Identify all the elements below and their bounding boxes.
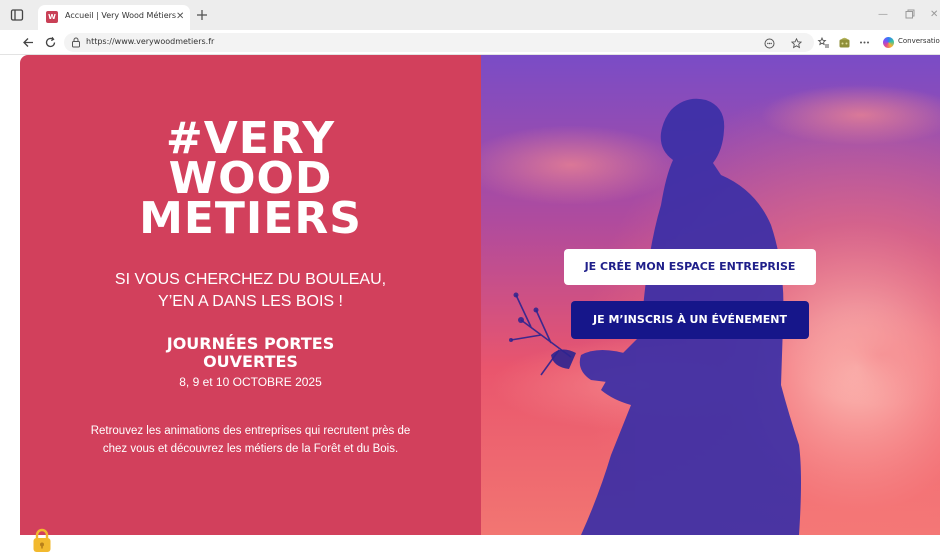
active-tab[interactable]: W Accueil | Very Wood Métiers ✕: [38, 5, 190, 30]
url-text: https://www.verywoodmetiers.fr: [86, 37, 215, 46]
intro-line-2: chez vous et découvrez les métiers de la…: [102, 443, 399, 455]
logo-line-3: METIERS: [139, 193, 362, 244]
copilot-label: Conversation: [898, 37, 940, 45]
tab-bar: W Accueil | Very Wood Métiers ✕ — ✕: [0, 0, 940, 30]
url-field[interactable]: https://www.verywoodmetiers.fr: [64, 33, 814, 52]
favorites-icon[interactable]: [817, 36, 830, 49]
web-page: #VERY WOOD METIERS SI VOUS CHERCHEZ DU B…: [0, 55, 940, 557]
refresh-icon[interactable]: [44, 36, 57, 49]
event-title-line-1: JOURNÉES PORTES: [166, 334, 335, 353]
cookie-lock-icon[interactable]: [32, 528, 52, 554]
site-logo[interactable]: #VERY WOOD METIERS: [20, 117, 481, 244]
hero-text-panel: #VERY WOOD METIERS SI VOUS CHERCHEZ DU B…: [20, 55, 481, 535]
tagline-line-2: Y’EN A DANS LES BOIS !: [158, 293, 343, 310]
hero-tagline: SI VOUS CHERCHEZ DU BOULEAU, Y’EN A DANS…: [20, 269, 481, 313]
back-arrow-icon[interactable]: [22, 36, 35, 49]
event-title: JOURNÉES PORTES OUVERTES: [20, 335, 481, 371]
browser-window: W Accueil | Very Wood Métiers ✕ — ✕ http…: [0, 0, 940, 557]
tab-title: Accueil | Very Wood Métiers: [65, 11, 177, 20]
copilot-icon: [883, 37, 894, 48]
event-title-line-2: OUVERTES: [203, 352, 298, 371]
tab-close-icon[interactable]: ✕: [176, 11, 184, 23]
plus-icon[interactable]: [194, 7, 210, 23]
copilot-button[interactable]: Conversation: [879, 34, 940, 51]
extension-icon[interactable]: [838, 36, 851, 49]
tab-actions-icon[interactable]: [10, 8, 24, 22]
woodworker-photo: [481, 55, 940, 535]
intro-line-1: Retrouvez les animations des entreprises…: [90, 425, 411, 437]
create-company-space-button[interactable]: JE CRÉE MON ESPACE ENTREPRISE: [564, 249, 816, 285]
hero-photo-panel: [481, 55, 940, 535]
hero-banner: #VERY WOOD METIERS SI VOUS CHERCHEZ DU B…: [20, 55, 940, 535]
minimize-icon[interactable]: —: [878, 9, 888, 21]
event-dates: 8, 9 et 10 OCTOBRE 2025: [179, 375, 322, 389]
site-favicon-icon: W: [46, 11, 58, 23]
address-bar: https://www.verywoodmetiers.fr Conversat…: [0, 30, 940, 55]
close-icon[interactable]: ✕: [930, 9, 938, 21]
lock-icon[interactable]: [71, 37, 81, 48]
register-event-button[interactable]: JE M’INSCRIS À UN ÉVÉNEMENT: [571, 301, 809, 339]
read-aloud-icon[interactable]: [764, 38, 775, 49]
tagline-line-1: SI VOUS CHERCHEZ DU BOULEAU,: [114, 271, 387, 288]
intro-text: Retrouvez les animations des entreprises…: [50, 422, 451, 458]
restore-icon[interactable]: [905, 9, 915, 19]
more-icon[interactable]: [858, 36, 871, 49]
star-icon[interactable]: [791, 38, 802, 49]
